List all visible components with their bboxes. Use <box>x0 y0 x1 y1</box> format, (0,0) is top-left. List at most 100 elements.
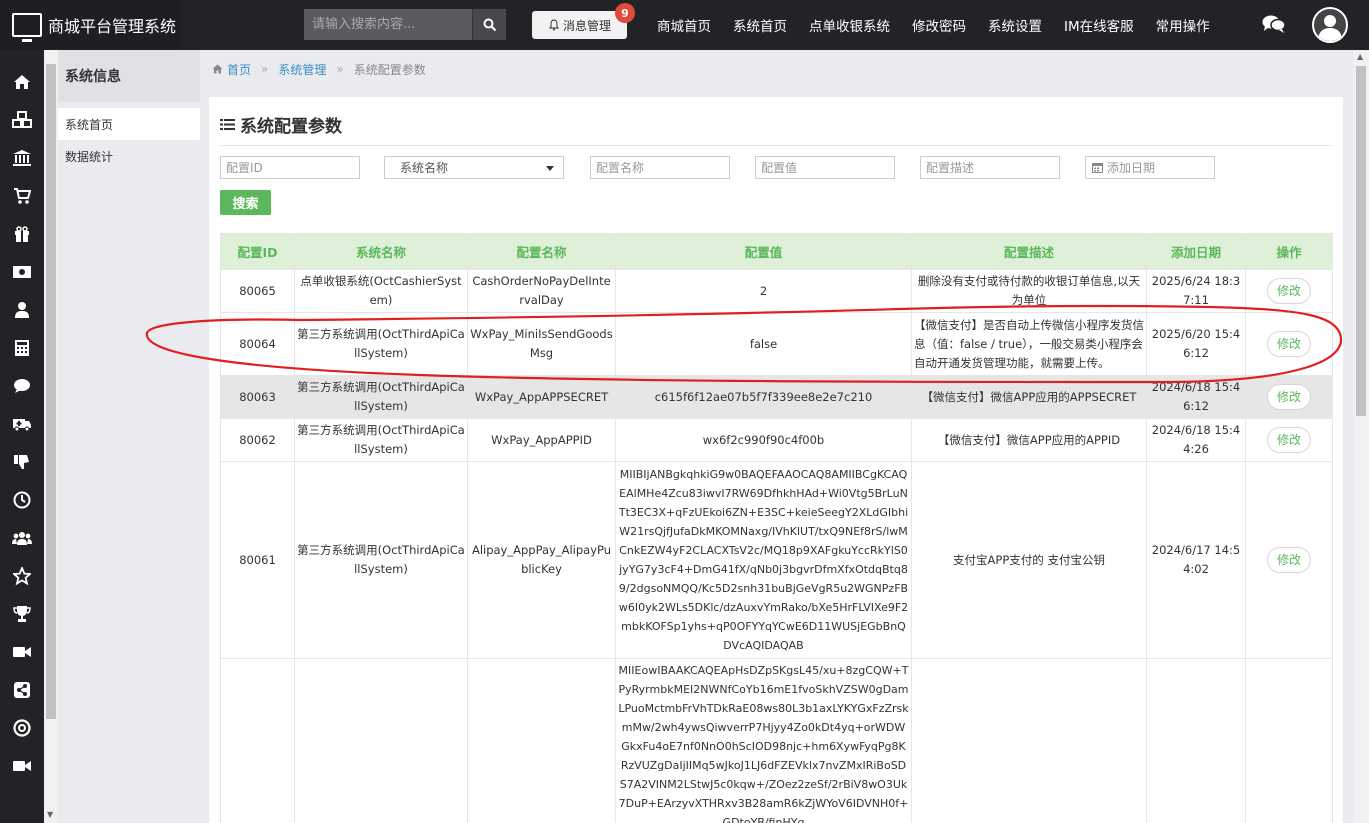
col-header-config-value[interactable]: 配置值 <box>615 233 912 270</box>
cell-config-name <box>467 658 616 823</box>
config-name-filter[interactable] <box>590 156 730 179</box>
cart-icon[interactable] <box>0 177 44 215</box>
bell-icon <box>548 19 560 31</box>
table-row[interactable]: 80063 第三方系统调用(OctThirdApiCallSystem) WxP… <box>220 375 1333 419</box>
gift-icon[interactable] <box>0 215 44 253</box>
col-header-system-name[interactable]: 系统名称 <box>294 233 468 270</box>
cell-actions: 修改 <box>1245 418 1333 462</box>
add-date-placeholder: 添加日期 <box>1107 161 1156 175</box>
cell-config-desc: 【微信支付】是否自动上传微信小程序发货信息（值：false / true），一般… <box>911 312 1147 376</box>
config-value-filter[interactable] <box>755 156 895 179</box>
nav-cashier-system[interactable]: 点单收银系统 <box>798 15 901 35</box>
user-avatar-icon <box>1318 15 1342 41</box>
nav-system-settings[interactable]: 系统设置 <box>977 15 1053 35</box>
cell-config-id: 80061 <box>220 461 295 659</box>
users-icon[interactable] <box>0 519 44 557</box>
cell-add-date: 2025/6/24 18:37:11 <box>1146 269 1246 313</box>
left-scrollbar[interactable]: ▼ <box>44 50 58 823</box>
cell-config-desc <box>911 658 1147 823</box>
page-title: 系统配置参数 <box>220 112 342 137</box>
cell-config-name: WxPay_MiniIsSendGoodsMsg <box>467 312 616 376</box>
list-icon <box>220 119 235 130</box>
search-submit-button[interactable]: 搜索 <box>220 190 271 215</box>
cell-config-value: false <box>615 312 912 376</box>
star-icon[interactable] <box>0 557 44 595</box>
col-header-actions: 操作 <box>1245 233 1333 270</box>
edit-button[interactable]: 修改 <box>1267 547 1311 573</box>
search-button[interactable] <box>472 9 506 40</box>
brand[interactable]: 商城平台管理系统 <box>0 0 180 50</box>
col-header-config-desc[interactable]: 配置描述 <box>911 233 1147 270</box>
cell-config-name: WxPay_AppAPPSECRET <box>467 375 616 419</box>
scroll-up-arrow-icon[interactable]: ▲ <box>1357 52 1363 61</box>
cell-config-desc: 【微信支付】微信APP应用的APPID <box>911 418 1147 462</box>
edit-button[interactable]: 修改 <box>1267 384 1311 410</box>
cell-add-date <box>1146 658 1246 823</box>
col-header-add-date[interactable]: 添加日期 <box>1146 233 1246 270</box>
calculator-icon[interactable] <box>0 329 44 367</box>
system-name-select[interactable]: 系统名称 <box>384 156 564 179</box>
col-header-config-name[interactable]: 配置名称 <box>467 233 616 270</box>
nav-system-home[interactable]: 系统首页 <box>722 15 798 35</box>
clock-icon[interactable] <box>0 481 44 519</box>
message-count-badge: 9 <box>615 3 635 23</box>
cell-config-id <box>220 658 295 823</box>
cell-config-name: Alipay_AppPay_AlipayPublicKey <box>467 461 616 659</box>
home-icon[interactable] <box>0 63 44 101</box>
config-desc-filter[interactable] <box>920 156 1060 179</box>
submenu-item-system-home[interactable]: 系统首页 <box>58 108 200 140</box>
cell-add-date: 2024/6/18 15:44:26 <box>1146 418 1246 462</box>
right-scrollbar-thumb[interactable] <box>1356 66 1366 416</box>
nav-im-service[interactable]: IM在线客服 <box>1053 15 1145 35</box>
cell-actions: 修改 <box>1245 312 1333 376</box>
lifebuoy-icon[interactable] <box>0 709 44 747</box>
breadcrumb-section[interactable]: 系统管理 <box>278 61 326 78</box>
trophy-icon[interactable] <box>0 595 44 633</box>
video-icon[interactable] <box>0 633 44 671</box>
add-date-filter[interactable]: 添加日期 <box>1085 156 1215 179</box>
edit-button[interactable]: 修改 <box>1267 331 1311 357</box>
ambulance-icon[interactable] <box>0 405 44 443</box>
calendar-icon <box>1092 163 1103 173</box>
cell-config-value: wx6f2c990f90c4f00b <box>615 418 912 462</box>
bank-icon[interactable] <box>0 139 44 177</box>
cell-config-desc: 支付宝APP支付的 支付宝公钥 <box>911 461 1147 659</box>
money-icon[interactable] <box>0 253 44 291</box>
submenu-item-data-stats[interactable]: 数据统计 <box>58 140 200 172</box>
nav-change-password[interactable]: 修改密码 <box>901 15 977 35</box>
table-row[interactable]: 80061 第三方系统调用(OctThirdApiCallSystem) Ali… <box>220 461 1333 659</box>
cell-system-name: 第三方系统调用(OctThirdApiCallSystem) <box>294 375 468 419</box>
cell-config-id: 80062 <box>220 418 295 462</box>
table-row[interactable]: 80062 第三方系统调用(OctThirdApiCallSystem) WxP… <box>220 418 1333 462</box>
config-id-filter[interactable] <box>220 156 360 179</box>
cubes-icon[interactable] <box>0 101 44 139</box>
cell-config-value: MIIBIjANBgkqhkiG9w0BAQEFAAOCAQ8AMIIBCgKC… <box>615 461 912 659</box>
user-icon[interactable] <box>0 291 44 329</box>
breadcrumb-current: 系统配置参数 <box>353 62 426 77</box>
user-avatar[interactable] <box>1312 7 1348 43</box>
comment-icon[interactable] <box>0 367 44 405</box>
right-scrollbar[interactable]: ▲ <box>1353 50 1369 823</box>
table-row[interactable]: 80064 第三方系统调用(OctThirdApiCallSystem) WxP… <box>220 312 1333 376</box>
message-management-button[interactable]: 消息管理 9 <box>532 3 635 39</box>
table-row[interactable]: MIIEowIBAAKCAQEApHsDZpSKgsL45/xu+8zgCQW+… <box>220 658 1333 823</box>
edit-button[interactable]: 修改 <box>1267 427 1311 453</box>
thumbs-down-icon[interactable] <box>0 443 44 481</box>
table-row[interactable]: 80065 点单收银系统(OctCashierSystem) CashOrder… <box>220 269 1333 313</box>
camera-icon[interactable] <box>0 747 44 785</box>
nav-common-actions[interactable]: 常用操作 <box>1145 15 1221 35</box>
comments-icon[interactable] <box>1262 14 1286 34</box>
col-header-config-id[interactable]: 配置ID <box>220 233 295 270</box>
cell-system-name <box>294 658 468 823</box>
search-input[interactable] <box>304 9 472 40</box>
edit-button[interactable]: 修改 <box>1267 278 1311 304</box>
breadcrumb-home[interactable]: 首页 <box>227 61 251 78</box>
nav-mall-home[interactable]: 商城首页 <box>646 15 722 35</box>
system-name-select-value: 系统名称 <box>400 161 449 175</box>
divider <box>220 145 1331 146</box>
share-icon[interactable] <box>0 671 44 709</box>
left-scrollbar-thumb[interactable] <box>46 64 56 719</box>
cell-add-date: 2025/6/20 15:46:12 <box>1146 312 1246 376</box>
cell-system-name: 第三方系统调用(OctThirdApiCallSystem) <box>294 312 468 376</box>
scroll-down-arrow-icon[interactable]: ▼ <box>47 810 53 819</box>
